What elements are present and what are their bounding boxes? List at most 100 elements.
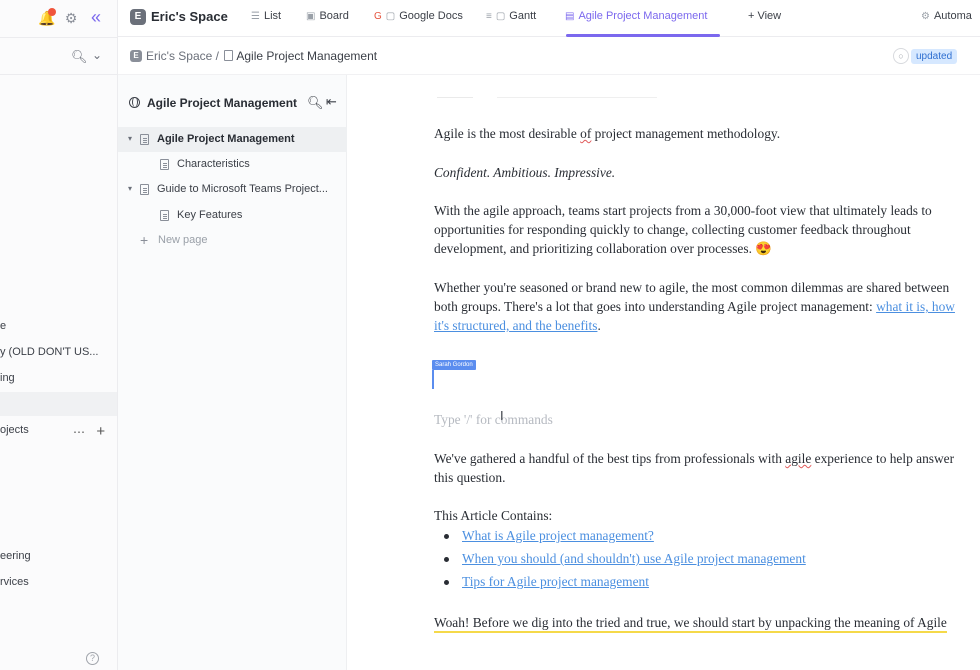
paragraph-line[interactable]: Whether you're seasoned or brand new to …	[434, 278, 980, 297]
gantt-icon: ≡	[486, 11, 492, 22]
sidebar-item[interactable]: e	[0, 320, 6, 332]
sidebar-top-bar: 🔔 ⚙ «	[0, 0, 117, 37]
toc-link[interactable]: When you should (and shouldn't) use Agil…	[462, 549, 806, 568]
paragraph-line[interactable]: this question.	[434, 468, 980, 487]
breadcrumb-space[interactable]: Eric's Space	[146, 49, 212, 63]
space-avatar: E	[130, 50, 142, 62]
bullet-icon	[444, 557, 449, 562]
spellcheck-word[interactable]: agile	[785, 451, 811, 466]
tab-label: Agile Project Management	[578, 10, 708, 22]
paragraph-line[interactable]: With the agile approach, teams start pro…	[434, 201, 980, 220]
plus-icon: +	[140, 232, 149, 248]
tree-item-label: Guide to Microsoft Teams Project...	[157, 183, 328, 195]
robot-icon: ⚙	[921, 11, 930, 22]
toc-link[interactable]: Tips for Agile project management	[462, 572, 649, 591]
user-presence-icon[interactable]: ○	[893, 48, 909, 64]
breadcrumb: Eric's Space / Agile Project Management	[146, 49, 377, 63]
automations-button[interactable]: ⚙ Automa	[921, 10, 972, 22]
sidebar-item[interactable]: eering	[0, 550, 31, 562]
paragraph-line[interactable]: development, and prioritizing collaborat…	[434, 239, 980, 258]
sidebar-item[interactable]: ing	[0, 372, 15, 384]
chevron-down-icon[interactable]: ⌄	[92, 48, 102, 62]
help-icon[interactable]: ?	[86, 652, 99, 665]
text: Agile is the most desirable	[434, 126, 581, 141]
tab-label: Board	[319, 10, 349, 22]
status-badge: updated	[911, 49, 958, 64]
doc-icon: ▤	[565, 11, 575, 22]
breadcrumb-separator: /	[215, 49, 220, 63]
tree-item-characteristics[interactable]: Characteristics	[118, 152, 347, 177]
top-bar: E Eric's Space ☰ List ▣ Board G ▢ Google Doc…	[118, 0, 980, 37]
caret-down-icon[interactable]: ▾	[128, 184, 132, 193]
doc-icon	[224, 50, 234, 61]
tab-label: List	[263, 10, 282, 22]
tree-item-label: Agile Project Management	[157, 133, 295, 145]
collaborator-name-tag: Sarah Gordon	[432, 360, 476, 370]
search-icon[interactable]: 🔍︎	[71, 49, 88, 65]
tree-item-label: Characteristics	[177, 158, 250, 170]
inline-link[interactable]: what it is, how	[876, 299, 955, 314]
tab-board[interactable]: ▣ Board	[306, 10, 349, 22]
collapse-sidebar-icon[interactable]: «	[88, 8, 104, 26]
tree-item-agile-project-management[interactable]: ▾ Agile Project Management	[118, 127, 347, 152]
bullet-icon	[444, 534, 449, 539]
section-heading[interactable]: This Article Contains:	[434, 506, 980, 525]
collapse-panel-icon[interactable]: ⇤	[326, 94, 337, 110]
paragraph[interactable]: Agile is the most desirable of project m…	[434, 124, 980, 143]
add-view-button[interactable]: + View	[748, 10, 781, 22]
plus-icon[interactable]: +	[96, 423, 105, 440]
tab-google-docs[interactable]: G ▢ Google Docs	[374, 10, 463, 22]
notification-badge	[48, 8, 56, 16]
doc-icon	[140, 134, 149, 145]
breadcrumb-bar: E Eric's Space / Agile Project Managemen…	[118, 37, 980, 75]
text: .	[597, 318, 601, 333]
lock-icon: ▢	[385, 11, 396, 22]
tree-item-guide-microsoft-teams[interactable]: ▾ Guide to Microsoft Teams Project...	[118, 177, 347, 202]
tab-list[interactable]: ☰ List	[251, 10, 281, 22]
paragraph-line[interactable]: opportunities for responding quickly to …	[434, 220, 980, 239]
tree-item-key-features[interactable]: Key Features	[118, 203, 347, 228]
doc-icon	[160, 159, 169, 170]
doc-icon	[140, 184, 149, 195]
paragraph-line[interactable]: it's structured, and the benefits.	[434, 316, 980, 335]
text: experience to help answer	[811, 451, 955, 466]
caret-down-icon[interactable]: ▾	[128, 134, 132, 143]
gear-icon[interactable]: ⚙	[63, 10, 79, 26]
globe-icon	[129, 97, 140, 108]
paragraph-line[interactable]: both groups. There's a lot that goes int…	[434, 297, 980, 316]
cover-divider	[347, 97, 980, 98]
text: both groups. There's a lot that goes int…	[434, 299, 877, 314]
google-docs-icon: G	[374, 11, 382, 22]
sidebar-hover-highlight	[0, 392, 117, 416]
paragraph[interactable]: Confident. Ambitious. Impressive.	[434, 163, 980, 182]
highlighted-text: Woah! Before we dig into the tried and t…	[434, 615, 947, 633]
breadcrumb-current[interactable]: Agile Project Management	[236, 49, 377, 63]
tab-agile-project-management[interactable]: ▤ Agile Project Management	[565, 10, 707, 22]
inline-link[interactable]: it's structured, and the benefits	[434, 318, 597, 333]
sidebar-item-actions: ⋯ +	[73, 423, 105, 440]
doc-tree-title[interactable]: Agile Project Management	[147, 96, 297, 110]
new-page-button[interactable]: + New page	[118, 228, 347, 253]
tree-item-label: Key Features	[177, 209, 243, 221]
tab-gantt[interactable]: ≡ ▢ Gantt	[486, 10, 536, 22]
text-cursor-icon: I	[500, 408, 504, 423]
sidebar-item[interactable]: y (OLD DON'T US...	[0, 346, 98, 358]
tab-label: Google Docs	[399, 10, 463, 22]
document-editor[interactable]: Agile is the most desirable of project m…	[347, 75, 980, 670]
search-icon[interactable]: 🔍︎	[307, 95, 324, 111]
paragraph-line[interactable]: Woah! Before we dig into the tried and t…	[434, 613, 980, 633]
sidebar-item[interactable]: rvices	[0, 576, 29, 588]
list-icon: ☰	[251, 11, 260, 22]
automations-label: Automa	[933, 10, 972, 22]
more-icon[interactable]: ⋯	[73, 425, 85, 439]
space-title[interactable]: Eric's Space	[151, 9, 228, 24]
toc-link[interactable]: What is Agile project management?	[462, 526, 654, 545]
text: We've gathered a handful of the best tip…	[434, 451, 786, 466]
sidebar-item[interactable]: ojects	[0, 424, 29, 436]
paragraph-line[interactable]: We've gathered a handful of the best tip…	[434, 449, 980, 468]
spellcheck-word[interactable]: of	[580, 126, 591, 141]
bullet-icon	[444, 580, 449, 585]
sidebar-search-row: 🔍︎ ⌄	[0, 37, 117, 75]
command-placeholder[interactable]: Type '/' for commands	[434, 410, 980, 429]
board-icon: ▣	[306, 11, 316, 22]
